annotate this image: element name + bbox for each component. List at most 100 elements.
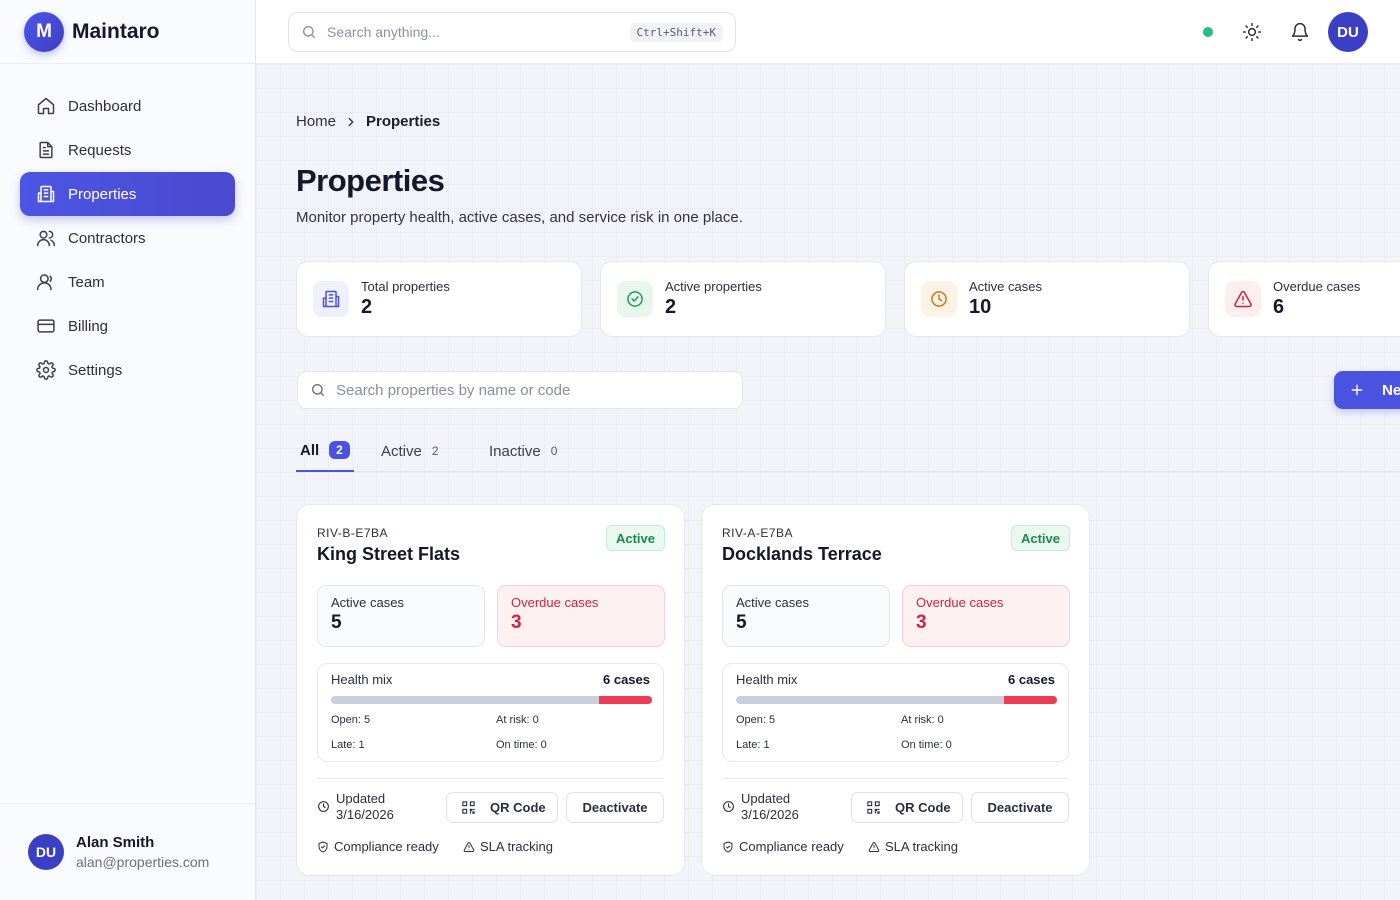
main-content: Home Properties Properties Monitor prope… (256, 64, 1400, 900)
stat-icon-wrap (1225, 281, 1261, 317)
health-at-risk: At risk: 0 (496, 714, 539, 726)
health-bar-late (598, 696, 652, 704)
theme-toggle-button[interactable] (1240, 20, 1264, 44)
sidebar-item-label: Dashboard (68, 97, 142, 115)
property-card[interactable]: RIV-A-E7BA Docklands Terrace Active Acti… (701, 504, 1090, 876)
stat-icon-wrap (313, 281, 349, 317)
metric-value: 5 (736, 612, 747, 633)
status-badge: Active (605, 525, 665, 551)
stat-value: 2 (361, 296, 373, 318)
bell-icon (1291, 22, 1309, 42)
overdue-cases-metric: Overdue cases 3 (497, 585, 665, 647)
avatar: DU (28, 834, 64, 870)
sidebar-item-team[interactable]: Team (20, 260, 235, 304)
stat-card-total-properties: Total properties 2 (296, 261, 582, 337)
shield-check-icon (318, 841, 328, 852)
deactivate-button[interactable]: Deactivate (566, 792, 664, 823)
property-card[interactable]: RIV-B-E7BA King Street Flats Active Acti… (296, 504, 685, 876)
status-indicator (1203, 27, 1213, 37)
property-name: King Street Flats (317, 544, 461, 564)
check-circle-icon (627, 291, 643, 307)
health-late: Late: 1 (736, 739, 770, 751)
updated-text: Updated 3/16/2026 (336, 791, 394, 823)
global-search-input[interactable]: Search anything... Ctrl+Shift+K (288, 12, 736, 52)
sidebar-item-contractors[interactable]: Contractors (20, 216, 235, 260)
qr-code-button[interactable]: QR Code (446, 792, 558, 823)
updated-date: 3/16/2026 (336, 807, 394, 822)
sidebar-item-requests[interactable]: Requests (20, 128, 235, 172)
user-icon (36, 274, 53, 291)
sidebar: M Maintaro Dashboard Requests Properties… (0, 0, 256, 900)
brand-name: Maintaro (72, 19, 160, 43)
tab-all[interactable]: All 2 (296, 430, 354, 472)
tab-label: Inactive (489, 442, 541, 460)
metric-label: Overdue cases (511, 595, 599, 610)
deactivate-label: Deactivate (582, 800, 648, 815)
user-info: Alan Smith alan@properties.com (76, 834, 209, 870)
user-name: Alan Smith (76, 834, 155, 851)
qr-code-icon (462, 801, 475, 814)
property-search-input[interactable]: Search properties by name or code (297, 371, 743, 409)
compliance-label: Compliance ready (739, 839, 844, 854)
health-bar (736, 696, 1057, 704)
health-title: Health mix (736, 672, 798, 687)
sidebar-item-label: Settings (68, 361, 123, 379)
updated-label: Updated (741, 791, 791, 806)
notifications-button[interactable] (1288, 20, 1312, 44)
sidebar-item-label: Properties (68, 185, 137, 203)
alert-triangle-icon (1234, 290, 1252, 308)
health-title: Health mix (331, 672, 393, 687)
breadcrumb: Home Properties (296, 113, 440, 130)
stat-value: 10 (969, 296, 992, 318)
deactivate-button[interactable]: Deactivate (971, 792, 1069, 823)
brand-logo: M (24, 11, 64, 52)
metric-label: Overdue cases (916, 595, 1004, 610)
health-bar-late (1003, 696, 1057, 704)
stat-text: Total properties 2 (361, 279, 450, 319)
health-bar-open (736, 696, 1004, 704)
compliance-tag: Compliance ready (317, 839, 439, 854)
avatar[interactable]: DU (1328, 12, 1368, 52)
qr-code-icon (867, 801, 880, 814)
tab-active[interactable]: Active 2 (381, 430, 439, 472)
property-code: RIV-A-E7BA (722, 526, 794, 540)
clock-icon (723, 801, 734, 812)
clock-icon (318, 801, 329, 812)
property-code: RIV-B-E7BA (317, 526, 389, 540)
sidebar-item-settings[interactable]: Settings (20, 348, 235, 392)
sla-tag: SLA tracking (868, 839, 958, 854)
plus-icon (1351, 384, 1363, 396)
tab-inactive[interactable]: Inactive 0 (489, 430, 557, 472)
compliance-label: Compliance ready (334, 839, 439, 854)
updated-date: 3/16/2026 (741, 807, 799, 822)
filter-tabs: All 2 Active 2 Inactive 0 (296, 430, 1400, 472)
sidebar-item-dashboard[interactable]: Dashboard (20, 84, 235, 128)
sidebar-item-billing[interactable]: Billing (20, 304, 235, 348)
stat-text: Active cases 10 (969, 279, 1042, 319)
stat-value: 6 (1273, 296, 1285, 318)
stat-text: Active properties 2 (665, 279, 762, 319)
users-icon (36, 230, 56, 247)
page-title: Properties (296, 163, 445, 198)
stat-text: Overdue cases 6 (1273, 279, 1360, 319)
qr-code-label: QR Code (490, 800, 546, 815)
new-property-button[interactable]: Ne (1334, 371, 1400, 409)
brand[interactable]: M Maintaro (0, 0, 255, 64)
breadcrumb-home[interactable]: Home (296, 113, 336, 130)
tab-count: 0 (550, 444, 558, 458)
sidebar-item-properties[interactable]: Properties (20, 172, 235, 216)
deactivate-label: Deactivate (987, 800, 1053, 815)
stat-value: 2 (665, 296, 677, 318)
divider (722, 778, 1069, 779)
building-icon (37, 185, 55, 203)
metric-value: 5 (331, 612, 342, 633)
credit-card-icon (37, 319, 55, 333)
qr-code-button[interactable]: QR Code (851, 792, 963, 823)
overdue-cases-metric: Overdue cases 3 (902, 585, 1070, 647)
stat-label: Total properties (361, 279, 450, 294)
user-email: alan@properties.com (76, 854, 210, 870)
updated-label: Updated (336, 791, 386, 806)
health-total: 6 cases (1008, 672, 1055, 687)
user-profile[interactable]: DU Alan Smith alan@properties.com (0, 803, 255, 900)
qr-code-label: QR Code (895, 800, 951, 815)
